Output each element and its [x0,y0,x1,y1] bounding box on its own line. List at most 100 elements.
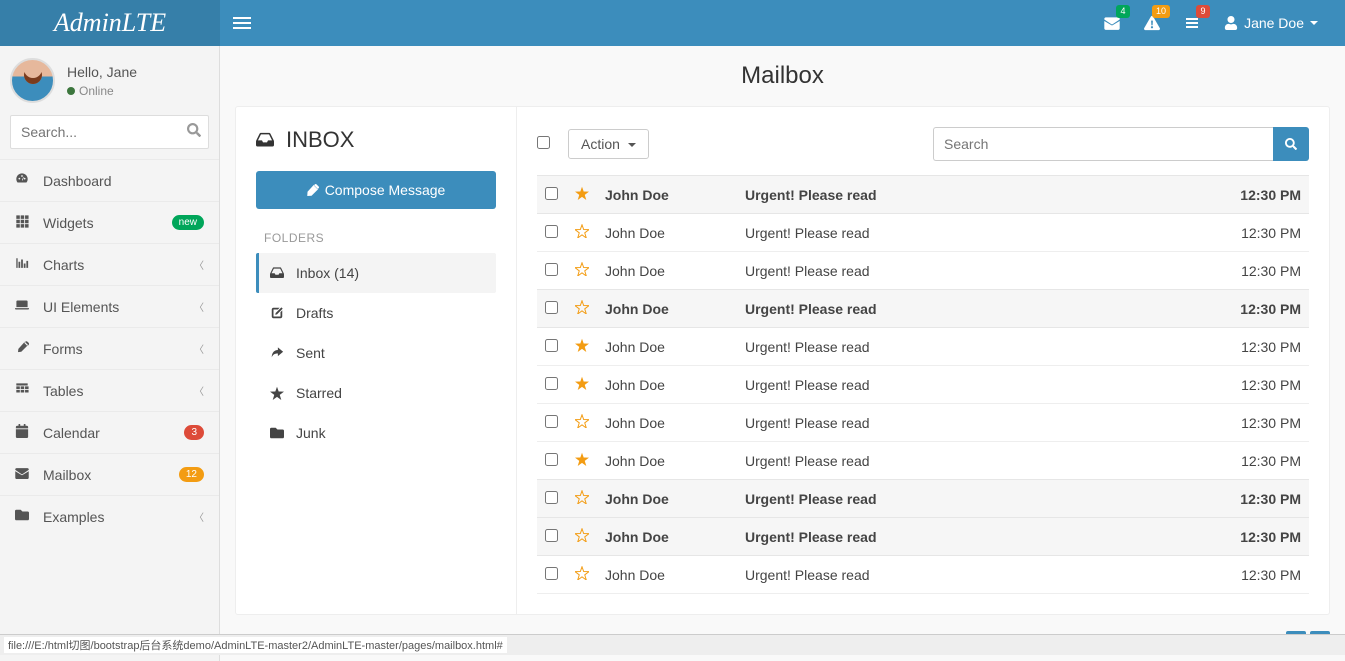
mail-row-checkbox[interactable] [545,567,558,580]
mail-search-button[interactable] [1273,127,1309,161]
sidebar-toggle[interactable] [220,0,264,46]
sidebar-search-button[interactable] [187,123,201,140]
mail-row[interactable]: John Doe Urgent! Please read 12:30 PM [537,328,1309,366]
star-icon [575,376,589,390]
sidebar-item-label: Examples [43,509,194,525]
star-toggle[interactable] [575,453,589,469]
mail-row-checkbox[interactable] [545,453,558,466]
user-status: Online [67,84,137,98]
folder-item-junk[interactable]: Junk [256,413,496,453]
mail-row[interactable]: John Doe Urgent! Please read 12:30 PM [537,252,1309,290]
compose-button[interactable]: Compose Message [256,171,496,209]
sidebar-item-dashboard[interactable]: Dashboard [0,160,219,201]
nav-messages[interactable]: 4 [1092,0,1132,46]
mail-sender: John Doe [597,214,737,252]
folder-item-sent[interactable]: Sent [256,333,496,373]
star-toggle[interactable] [575,263,589,279]
inbox-icon [256,131,274,149]
sidebar-search-input[interactable] [10,115,209,149]
content: Mailbox INBOX Compose Message FOLDERS In… [220,46,1345,661]
folder-item-starred[interactable]: Starred [256,373,496,413]
sidebar-item-ui-elements[interactable]: UI Elements〈 [0,286,219,327]
sidebar: Hello, Jane Online Dashboard Widgetsnew … [0,46,220,661]
mail-row[interactable]: John Doe Urgent! Please read 12:30 PM [537,556,1309,594]
avatar[interactable] [10,58,55,103]
mail-row-checkbox[interactable] [545,529,558,542]
mail-row-checkbox[interactable] [545,377,558,390]
inbox-icon [270,266,284,280]
table-icon [15,382,35,399]
star-toggle[interactable] [575,187,589,203]
brand-logo[interactable]: AdminLTE [0,0,220,46]
mail-row-checkbox[interactable] [545,187,558,200]
star-icon [575,186,589,200]
star-toggle[interactable] [575,567,589,583]
mail-row-checkbox[interactable] [545,225,558,238]
star-toggle[interactable] [575,529,589,545]
chevron-left-icon: 〈 [194,257,204,272]
mail-row[interactable]: John Doe Urgent! Please read 12:30 PM [537,366,1309,404]
folder-list: Inbox (14) Drafts Sent StarredJunk [256,253,496,453]
nav-alerts[interactable]: 10 [1132,0,1172,46]
nav-tasks[interactable]: 9 [1172,0,1212,46]
mail-row[interactable]: John Doe Urgent! Please read 12:30 PM [537,176,1309,214]
search-icon [187,123,201,137]
star-toggle[interactable] [575,415,589,431]
star-toggle[interactable] [575,377,589,393]
folder-item-label: Sent [296,345,325,361]
sidebar-item-examples[interactable]: Examples〈 [0,496,219,537]
sidebar-item-label: Tables [43,383,194,399]
online-dot-icon [67,87,75,95]
mail-row[interactable]: John Doe Urgent! Please read 12:30 PM [537,404,1309,442]
mailbox-panel: INBOX Compose Message FOLDERS Inbox (14)… [235,106,1330,615]
sidebar-item-label: Widgets [43,215,172,231]
sidebar-item-label: Forms [43,341,194,357]
mail-sender: John Doe [597,328,737,366]
sidebar-item-widgets[interactable]: Widgetsnew [0,202,219,243]
hamburger-icon [233,14,251,32]
mail-sender: John Doe [597,366,737,404]
sidebar-item-tables[interactable]: Tables〈 [0,370,219,411]
mail-row[interactable]: John Doe Urgent! Please read 12:30 PM [537,518,1309,556]
mail-row-checkbox[interactable] [545,339,558,352]
mail-row-checkbox[interactable] [545,491,558,504]
star-toggle[interactable] [575,225,589,241]
star-toggle[interactable] [575,301,589,317]
sidebar-item-badge: new [172,215,204,230]
mail-subject: Urgent! Please read [737,252,1219,290]
user-icon [1224,16,1238,30]
sidebar-item-charts[interactable]: Charts〈 [0,244,219,285]
mail-sender: John Doe [597,176,737,214]
star-toggle[interactable] [575,491,589,507]
inbox-heading: INBOX [256,127,496,153]
mail-row-checkbox[interactable] [545,415,558,428]
mail-time: 12:30 PM [1219,518,1309,556]
star-toggle[interactable] [575,339,589,355]
page-title: Mailbox [220,46,1345,106]
sidebar-item-mailbox[interactable]: Mailbox12 [0,454,219,495]
folder-item-inbox[interactable]: Inbox (14) [256,253,496,293]
folder-item-label: Drafts [296,305,333,321]
star-icon [270,386,284,400]
search-icon [1285,138,1297,150]
mail-row[interactable]: John Doe Urgent! Please read 12:30 PM [537,214,1309,252]
sidebar-item-forms[interactable]: Forms〈 [0,328,219,369]
folder-item-drafts[interactable]: Drafts [256,293,496,333]
select-all-checkbox[interactable] [537,136,550,149]
mail-row-checkbox[interactable] [545,263,558,276]
nav-user-menu[interactable]: Jane Doe [1212,0,1330,46]
mail-row-checkbox[interactable] [545,301,558,314]
star-icon [575,528,589,542]
mail-row[interactable]: John Doe Urgent! Please read 12:30 PM [537,480,1309,518]
compose-button-label: Compose Message [325,182,446,198]
star-icon [575,452,589,466]
mail-search [933,127,1309,161]
mail-sender: John Doe [597,290,737,328]
mailbox-sidebar: INBOX Compose Message FOLDERS Inbox (14)… [236,107,516,614]
mail-row[interactable]: John Doe Urgent! Please read 12:30 PM [537,442,1309,480]
action-dropdown[interactable]: Action [568,129,649,159]
mail-search-input[interactable] [933,127,1273,161]
mail-row[interactable]: John Doe Urgent! Please read 12:30 PM [537,290,1309,328]
sidebar-item-calendar[interactable]: Calendar3 [0,412,219,453]
sidebar-item-label: Dashboard [43,173,204,189]
